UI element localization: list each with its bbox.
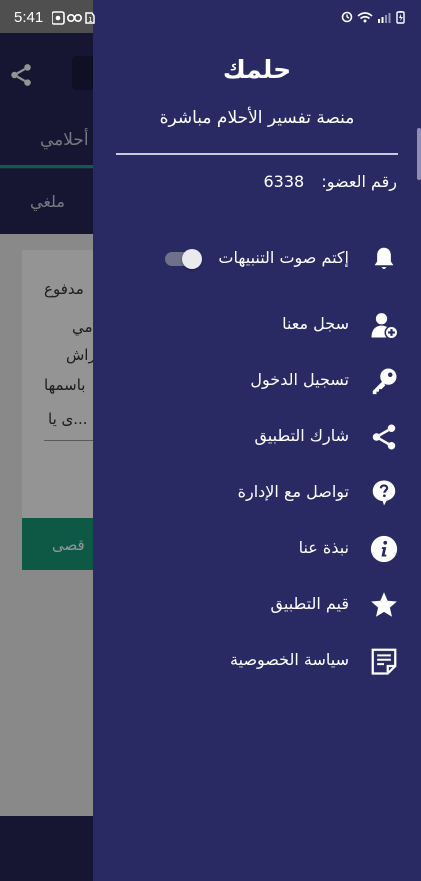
drawer-scrollbar[interactable] xyxy=(417,128,421,180)
svg-text:1: 1 xyxy=(88,16,92,24)
mute-toggle[interactable] xyxy=(165,249,202,269)
status-system-icons xyxy=(341,11,405,24)
menu-item-privacy-policy[interactable]: سياسة الخصوصية xyxy=(93,642,421,682)
status-notification-icons: 1 xyxy=(52,11,95,25)
menu-item-contact-admin[interactable]: تواصل مع الإدارة xyxy=(93,474,421,514)
info-icon xyxy=(370,535,398,563)
menu-item-rate[interactable]: قيم التطبيق xyxy=(93,586,421,626)
document-icon xyxy=(371,648,397,675)
star-icon xyxy=(371,592,397,617)
share-icon xyxy=(372,424,396,450)
member-label: رقم العضو: xyxy=(321,172,397,191)
user-add-icon xyxy=(371,313,399,340)
menu-item-share[interactable]: شارك التطبيق xyxy=(93,418,421,458)
menu-item-about[interactable]: نبذة عنا xyxy=(93,530,421,570)
app-tagline: منصة تفسير الأحلام مباشرة xyxy=(159,108,355,128)
menu-label: قيم التطبيق xyxy=(270,594,349,613)
member-id: 6338 xyxy=(263,172,305,191)
menu-label: سياسة الخصوصية xyxy=(230,650,349,669)
menu-item-login[interactable]: تسجيل الدخول xyxy=(93,362,421,402)
key-icon xyxy=(372,368,397,395)
menu-label: تسجيل الدخول xyxy=(250,370,349,389)
help-chat-icon xyxy=(372,480,396,506)
bell-icon xyxy=(374,247,394,269)
header-divider xyxy=(116,153,398,155)
menu-label: تواصل مع الإدارة xyxy=(237,482,349,501)
menu-label: سجل معنا xyxy=(282,314,349,333)
menu-item-mute-notifications[interactable]: إكتم صوت التنبيهات xyxy=(93,240,421,280)
menu-label: نبذة عنا xyxy=(298,538,349,557)
menu-item-register[interactable]: سجل معنا xyxy=(93,306,421,346)
status-time: 5:41 xyxy=(14,9,44,26)
menu-label: إكتم صوت التنبيهات xyxy=(218,248,349,267)
navigation-drawer: حلمك منصة تفسير الأحلام مباشرة رقم العضو… xyxy=(93,0,421,881)
member-number: رقم العضو: 6338 xyxy=(264,172,398,191)
app-name: حلمك xyxy=(222,55,292,84)
menu-label: شارك التطبيق xyxy=(254,426,349,445)
status-bar: 5:41 1 xyxy=(0,0,421,33)
toggle-knob xyxy=(182,249,202,269)
